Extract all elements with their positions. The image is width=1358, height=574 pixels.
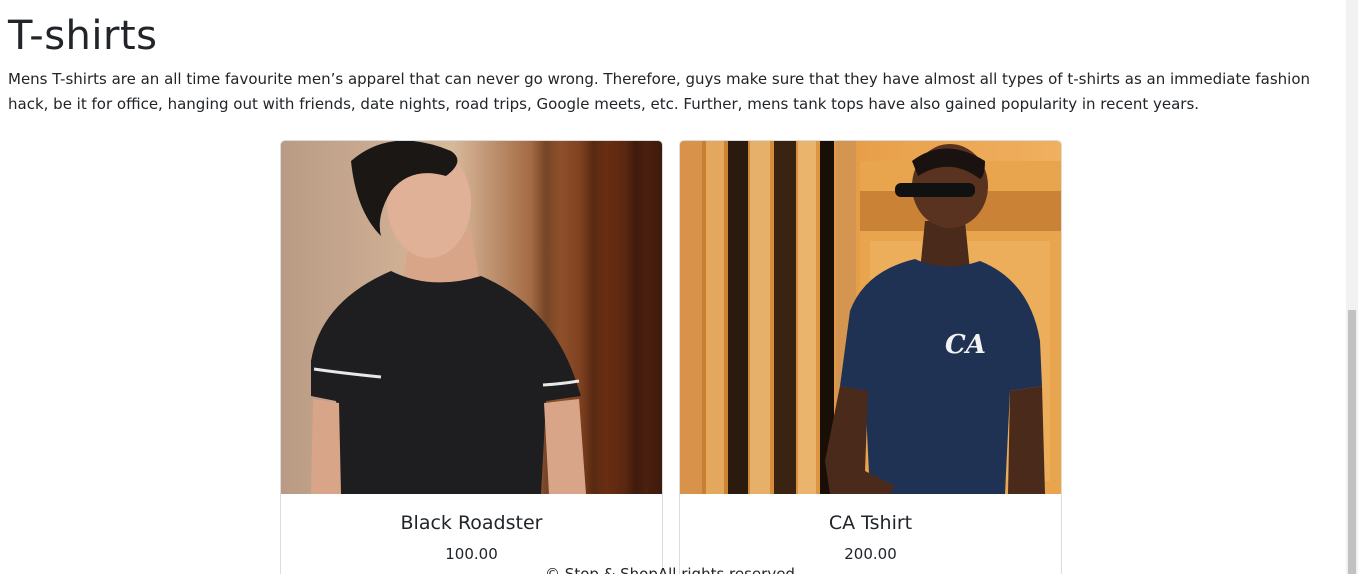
shirt-print-text: CA (945, 330, 986, 360)
product-price: 200.00 (844, 545, 897, 563)
vertical-scrollbar[interactable] (1346, 0, 1358, 574)
category-description: Mens T-shirts are an all time favourite … (8, 70, 1311, 113)
page-title: T-shirts (8, 13, 158, 59)
page: T-shirts Mens T-shirts are an all time f… (0, 0, 1358, 574)
product-card[interactable]: Black Roadster 100.00 (280, 140, 663, 574)
product-image[interactable]: CA (680, 141, 1061, 494)
footer-copyright: © Stop & ShopAll rights reserved (545, 565, 795, 574)
photo-man-navy-tshirt-icon: CA (680, 141, 1061, 494)
product-card[interactable]: CA CA Tshirt 200.00 (679, 140, 1062, 574)
photo-man-black-tshirt-icon (281, 141, 662, 494)
main-content: T-shirts Mens T-shirts are an all time f… (0, 0, 1346, 574)
product-name[interactable]: CA Tshirt (680, 510, 1061, 536)
product-price: 100.00 (445, 545, 498, 563)
product-image[interactable] (281, 141, 662, 494)
product-name[interactable]: Black Roadster (281, 510, 662, 536)
scrollbar-thumb[interactable] (1348, 310, 1356, 574)
